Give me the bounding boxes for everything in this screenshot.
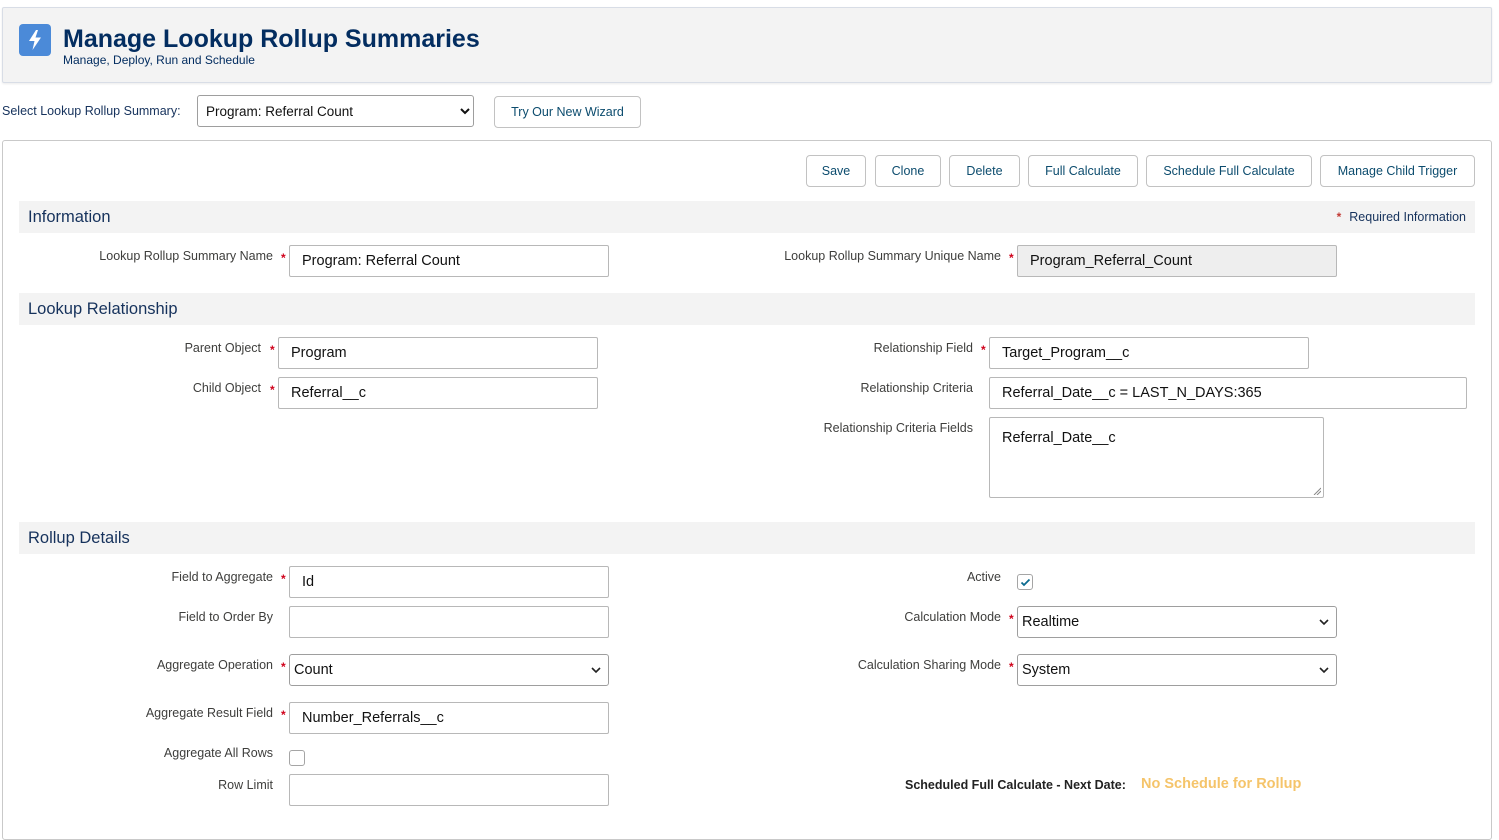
calculation-mode-select[interactable]: Realtime xyxy=(1017,606,1337,638)
delete-button[interactable]: Delete xyxy=(949,155,1020,187)
section-information: Information * Required Information xyxy=(19,201,1475,233)
calculation-sharing-mode-label: Calculation Sharing Mode xyxy=(857,658,1001,672)
save-button[interactable]: Save xyxy=(806,155,866,187)
section-lookup-relationship: Lookup Relationship xyxy=(19,293,1475,325)
field-to-order-by-label: Field to Order By xyxy=(178,610,273,624)
required-information-text: Required Information xyxy=(1349,210,1466,224)
aggregate-operation-value: Count xyxy=(294,662,333,678)
relationship-criteria-fields-textarea[interactable]: Referral_Date__c xyxy=(989,417,1324,498)
unique-name-input: Program_Referral_Count xyxy=(1017,245,1337,277)
relationship-field-input[interactable]: Target_Program__c xyxy=(989,337,1309,369)
aggregate-result-field-label: Aggregate Result Field xyxy=(145,706,273,720)
required-star: * xyxy=(1336,210,1342,224)
schedule-full-calculate-button[interactable]: Schedule Full Calculate xyxy=(1146,155,1312,187)
relationship-field-label: Relationship Field xyxy=(873,341,973,355)
required-star: * xyxy=(281,251,286,265)
rollup-selector-label: Select Lookup Rollup Summary: xyxy=(2,104,181,118)
chevron-down-icon xyxy=(1319,619,1329,626)
relationship-criteria-label: Relationship Criteria xyxy=(860,381,973,395)
parent-object-input[interactable]: Program xyxy=(278,337,598,369)
resize-grip-icon[interactable] xyxy=(1313,487,1321,495)
full-calculate-button[interactable]: Full Calculate xyxy=(1028,155,1138,187)
page-header: Manage Lookup Rollup Summaries Manage, D… xyxy=(2,7,1492,83)
required-star: * xyxy=(1009,612,1014,626)
clone-button[interactable]: Clone xyxy=(875,155,941,187)
required-information-note: * Required Information xyxy=(1337,210,1466,224)
chevron-down-icon xyxy=(591,667,601,674)
relationship-criteria-fields-text: Referral_Date__c xyxy=(1002,430,1116,446)
required-star: * xyxy=(270,343,275,357)
row-limit-input[interactable] xyxy=(289,774,609,806)
aggregate-operation-select[interactable]: Count xyxy=(289,654,609,686)
section-title: Lookup Relationship xyxy=(28,300,178,318)
parent-object-label: Parent Object xyxy=(184,341,261,355)
aggregate-operation-label: Aggregate Operation xyxy=(156,658,273,672)
calculation-mode-label: Calculation Mode xyxy=(904,610,1001,624)
required-star: * xyxy=(270,383,275,397)
calculation-mode-value: Realtime xyxy=(1022,614,1080,630)
required-star: * xyxy=(1009,251,1014,265)
try-new-wizard-button[interactable]: Try Our New Wizard xyxy=(494,96,641,128)
field-to-aggregate-input[interactable]: Id xyxy=(289,566,609,598)
scheduled-full-calculate-value: No Schedule for Rollup xyxy=(1141,776,1302,792)
scheduled-full-calculate-label: Scheduled Full Calculate - Next Date: xyxy=(905,778,1126,792)
child-object-input[interactable]: Referral__c xyxy=(278,377,598,409)
field-to-aggregate-label: Field to Aggregate xyxy=(171,570,273,584)
rollup-selector[interactable]: Program: Referral Count xyxy=(197,95,474,127)
section-title: Information xyxy=(28,208,111,226)
section-rollup-details: Rollup Details xyxy=(19,522,1475,554)
child-object-label: Child Object xyxy=(192,381,261,395)
relationship-criteria-input[interactable]: Referral_Date__c = LAST_N_DAYS:365 xyxy=(989,377,1467,409)
aggregate-all-rows-checkbox[interactable] xyxy=(289,750,305,766)
lightning-bolt-icon xyxy=(19,24,51,56)
aggregate-all-rows-label: Aggregate All Rows xyxy=(163,746,273,760)
required-star: * xyxy=(281,572,286,586)
required-star: * xyxy=(1009,660,1014,674)
section-title: Rollup Details xyxy=(28,529,130,547)
manage-child-trigger-button[interactable]: Manage Child Trigger xyxy=(1320,155,1475,187)
rollup-name-label: Lookup Rollup Summary Name xyxy=(99,249,273,263)
required-star: * xyxy=(981,343,986,357)
checkmark-icon xyxy=(1020,578,1030,586)
required-star: * xyxy=(281,660,286,674)
relationship-criteria-fields-label: Relationship Criteria Fields xyxy=(823,421,973,435)
calculation-sharing-mode-select[interactable]: System xyxy=(1017,654,1337,686)
rollup-name-input[interactable]: Program: Referral Count xyxy=(289,245,609,277)
unique-name-label: Lookup Rollup Summary Unique Name xyxy=(784,249,1001,263)
chevron-down-icon xyxy=(1319,667,1329,674)
active-label: Active xyxy=(966,570,1001,584)
aggregate-result-field-input[interactable]: Number_Referrals__c xyxy=(289,702,609,734)
field-to-order-by-input[interactable] xyxy=(289,606,609,638)
required-star: * xyxy=(281,708,286,722)
row-limit-label: Row Limit xyxy=(218,778,273,792)
calculation-sharing-mode-value: System xyxy=(1022,662,1071,678)
active-checkbox[interactable] xyxy=(1017,574,1033,590)
page-subtitle: Manage, Deploy, Run and Schedule xyxy=(63,53,255,67)
page-title: Manage Lookup Rollup Summaries xyxy=(63,25,480,53)
